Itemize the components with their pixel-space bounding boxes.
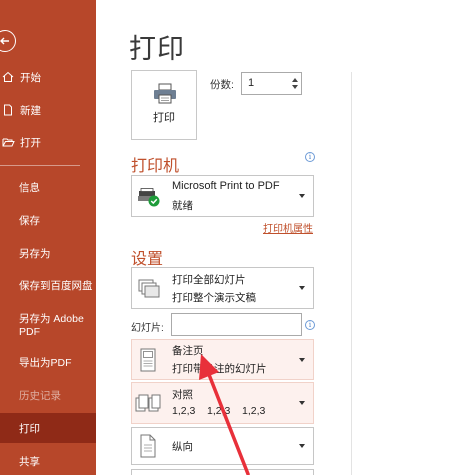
back-arrow-icon (0, 37, 9, 45)
orientation-dropdown[interactable]: 纵向 (131, 427, 314, 465)
portrait-page-icon (140, 434, 156, 458)
collate-dropdown[interactable]: 对照 1,2,3 1,2,3 1,2,3 (131, 382, 314, 424)
info-icon[interactable]: i (305, 152, 315, 162)
spin-up-icon[interactable] (292, 78, 298, 82)
sidebar-item-open[interactable]: 打开 (0, 128, 96, 156)
sidebar-item-export-pdf[interactable]: 导出为PDF (0, 348, 96, 376)
copies-value: 1 (248, 77, 255, 89)
sidebar-item-label: 另存为 Adobe PDF (19, 313, 84, 338)
sidebar-item-share[interactable]: 共享 (0, 447, 96, 475)
chevron-down-icon (299, 401, 305, 405)
slides-label: 幻灯片: (131, 323, 164, 334)
sidebar-item-label: 保存 (19, 214, 40, 227)
print-range-dropdown[interactable]: 打印全部幻灯片 打印整个演示文稿 (131, 267, 314, 309)
print-layout-title: 备注页 (172, 345, 204, 357)
print-layout-dropdown[interactable]: 备注页 打印带备注的幻灯片 (131, 339, 314, 380)
sidebar-item-save-as-adobe-pdf[interactable]: 另存为 Adobe PDF (0, 310, 90, 342)
printer-name: Microsoft Print to PDF (172, 180, 280, 192)
print-layout-desc: 打印带备注的幻灯片 (172, 363, 267, 375)
chevron-down-icon (299, 194, 305, 198)
backstage-sidebar: 开始 新建 打开 信息 保存 另存为 保存到百度网盘 另存为 Adobe PDF… (0, 0, 96, 475)
collate-title: 对照 (172, 389, 193, 401)
sidebar-item-save-to-baidu[interactable]: 保存到百度网盘 (0, 271, 96, 299)
chevron-down-icon (299, 357, 305, 362)
chevron-down-icon (299, 286, 305, 290)
settings-section-heading: 设置 (131, 251, 164, 268)
sidebar-item-new[interactable]: 新建 (0, 96, 96, 124)
sidebar-item-label: 打印 (19, 422, 40, 435)
sidebar-item-home[interactable]: 开始 (0, 63, 96, 91)
sidebar-item-label: 历史记录 (19, 389, 61, 402)
spin-down-icon[interactable] (292, 85, 298, 89)
sidebar-item-label: 另存为 (19, 247, 51, 260)
preview-divider (351, 72, 352, 475)
printer-status: 就绪 (172, 200, 193, 212)
sidebar-item-label: 新建 (20, 104, 41, 117)
printer-section-heading: 打印机 (131, 158, 180, 175)
back-button[interactable] (0, 30, 16, 52)
sidebar-item-label: 打开 (20, 136, 41, 149)
sidebar-item-print[interactable]: 打印 (0, 413, 96, 443)
sidebar-item-save[interactable]: 保存 (0, 206, 96, 234)
slides-input[interactable] (171, 313, 302, 336)
notes-page-icon (140, 348, 156, 372)
sidebar-item-info[interactable]: 信息 (0, 173, 96, 201)
sidebar-item-label: 共享 (19, 455, 40, 468)
printer-dropdown[interactable]: Microsoft Print to PDF 就绪 (131, 175, 314, 217)
collate-icon (135, 394, 161, 412)
all-slides-icon (138, 279, 160, 298)
chevron-down-icon (299, 444, 305, 448)
sidebar-item-label: 开始 (20, 71, 41, 84)
printer-properties-link[interactable]: 打印机属性 (263, 220, 313, 235)
sidebar-item-history[interactable]: 历史记录 (0, 381, 96, 409)
orientation-value: 纵向 (172, 441, 193, 453)
sidebar-item-label: 导出为PDF (19, 356, 72, 369)
print-range-desc: 打印整个演示文稿 (172, 292, 256, 304)
page-title: 打印 (129, 34, 185, 64)
print-range-title: 打印全部幻灯片 (172, 274, 246, 286)
sidebar-item-save-as[interactable]: 另存为 (0, 239, 96, 267)
info-icon[interactable]: i (305, 320, 315, 330)
open-folder-icon (2, 136, 16, 148)
printer-icon (154, 83, 176, 104)
new-document-icon (2, 104, 16, 116)
copies-stepper[interactable]: 1 (241, 72, 302, 95)
print-button-label: 打印 (153, 112, 175, 124)
sidebar-item-label: 信息 (19, 181, 40, 194)
printer-ready-icon (138, 188, 160, 207)
sidebar-item-label: 保存到百度网盘 (19, 279, 93, 292)
next-setting-dropdown[interactable] (131, 469, 314, 475)
copies-label: 份数: (210, 79, 234, 91)
print-button[interactable]: 打印 (131, 70, 197, 140)
sidebar-divider (0, 165, 80, 166)
home-icon (2, 71, 16, 83)
collate-desc: 1,2,3 1,2,3 1,2,3 (172, 405, 266, 417)
